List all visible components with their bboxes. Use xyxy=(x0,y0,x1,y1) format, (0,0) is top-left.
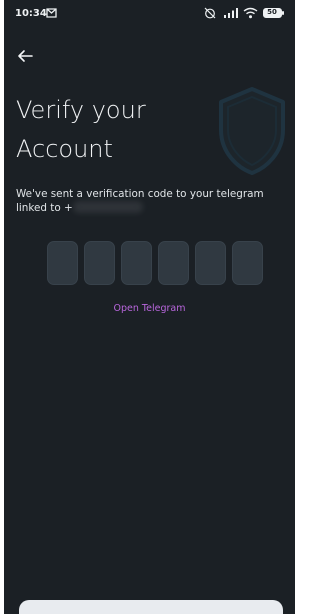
bottom-panel xyxy=(19,600,283,614)
signal-icon xyxy=(224,8,238,18)
linked-to-label: linked to + xyxy=(16,202,73,214)
open-telegram-link[interactable]: Open Telegram xyxy=(4,303,295,314)
alarm-off-icon xyxy=(204,7,216,19)
title-line: Account xyxy=(16,135,113,163)
code-digit-box[interactable] xyxy=(158,241,189,285)
masked-phone-number xyxy=(72,201,143,213)
code-digit-box[interactable] xyxy=(84,241,115,285)
arrow-left-icon xyxy=(18,50,33,62)
code-digit-box[interactable] xyxy=(232,241,263,285)
status-bar: 10:34 50 xyxy=(4,0,295,28)
shield-icon xyxy=(219,87,285,175)
code-digit-box[interactable] xyxy=(195,241,226,285)
page-title: Verify your Account xyxy=(16,91,216,169)
back-button[interactable] xyxy=(14,45,36,67)
verification-message: We've sent a verification code to your t… xyxy=(16,188,276,215)
title-line: Verify your xyxy=(16,96,146,124)
code-digit-box[interactable] xyxy=(121,241,152,285)
verification-code-input[interactable] xyxy=(47,241,269,285)
code-digit-box[interactable] xyxy=(47,241,78,285)
wifi-icon xyxy=(243,7,258,19)
message-line: linked to + xyxy=(16,201,276,215)
message-line: We've sent a verification code to your t… xyxy=(16,188,264,200)
status-time: 10:34 xyxy=(15,8,47,19)
battery-level: 50 xyxy=(267,8,277,16)
notification-icon xyxy=(46,8,57,18)
battery-icon: 50 xyxy=(263,7,285,19)
app-screen: 10:34 50 Verify your Account We've sent … xyxy=(4,0,295,614)
